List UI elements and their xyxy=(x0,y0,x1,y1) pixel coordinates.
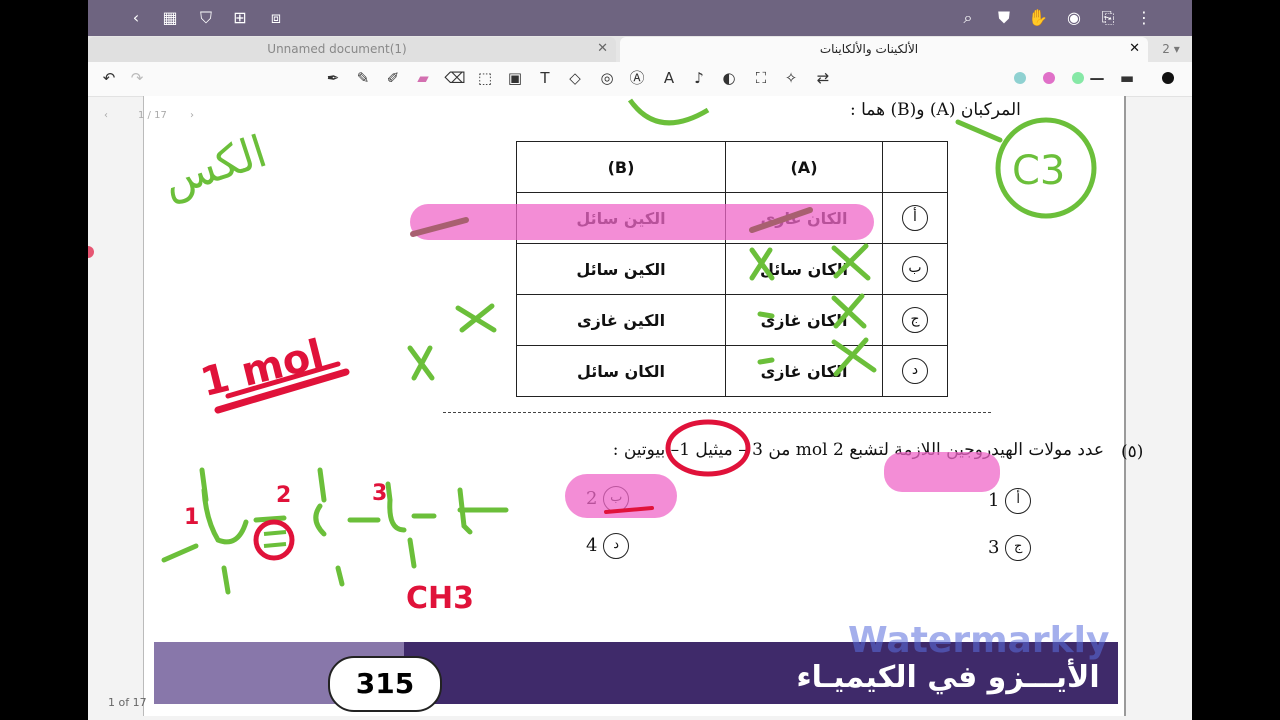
ink-dot xyxy=(88,246,94,258)
option-label: ج xyxy=(902,307,928,333)
option-label: د xyxy=(603,533,630,559)
ai-icon[interactable]: A xyxy=(658,67,680,89)
book-title: الأيـــزو في الكيميـاء xyxy=(796,660,1100,695)
eraser-icon[interactable]: ⌫ xyxy=(444,67,466,89)
highlighter-icon[interactable]: ▰ xyxy=(412,67,434,89)
page-nav: ‹ 1 / 17 › xyxy=(94,110,204,130)
tab-count[interactable]: 2 ▾ xyxy=(1154,37,1188,62)
lasso-icon[interactable]: ⬚ xyxy=(474,67,496,89)
tab-title: Unnamed document(1) xyxy=(267,42,407,56)
bookmark-icon[interactable]: ⛉ xyxy=(194,6,218,30)
mic-icon[interactable]: ♪ xyxy=(688,67,710,89)
cell-a: الكان غازى xyxy=(725,294,883,346)
col-b-header: (B) xyxy=(516,141,726,193)
cell-b: الكين غازى xyxy=(516,294,726,346)
page-number: 315 xyxy=(328,656,442,712)
scan-icon[interactable]: ⛶ xyxy=(750,67,772,89)
color-swatch-teal[interactable] xyxy=(1014,72,1026,84)
cell-label: د xyxy=(882,345,948,397)
option-label: د xyxy=(902,358,928,384)
magic-icon[interactable]: ✧ xyxy=(780,67,802,89)
thin-stroke-icon[interactable]: — xyxy=(1086,67,1108,89)
col-label-header xyxy=(882,141,948,193)
text-ai-icon[interactable]: Ⓐ xyxy=(626,67,648,89)
table-row: الكين سائل الكان سائل ب xyxy=(516,243,948,295)
option-c[interactable]: 3 ج xyxy=(988,535,1032,561)
tab-bar: Unnamed document(1) ✕ الألكينات والألكاي… xyxy=(88,36,1192,62)
close-icon[interactable]: ✕ xyxy=(597,37,608,61)
undo-icon[interactable]: ↶ xyxy=(98,67,120,89)
option-value: 4 xyxy=(586,535,598,556)
option-b[interactable]: 2 ب xyxy=(586,486,630,512)
cell-b: الكان سائل xyxy=(516,345,726,397)
option-d[interactable]: 4 د xyxy=(586,533,630,559)
image-icon[interactable]: ▣ xyxy=(504,67,526,89)
cell-b: الكين سائل xyxy=(516,192,726,244)
tab-count-value: 2 xyxy=(1162,42,1170,56)
pencil-icon[interactable]: ✎ xyxy=(352,67,374,89)
table-row: الكين سائل الكان غازى أ xyxy=(516,192,948,244)
cell-label: ج xyxy=(882,294,948,346)
cell-a: الكان غازى xyxy=(725,192,883,244)
table-row: الكان سائل الكان غازى د xyxy=(516,345,948,397)
option-value: 3 xyxy=(988,537,1000,558)
shirt-icon[interactable]: ⛊ xyxy=(992,6,1016,30)
watermark: Watermarkly xyxy=(848,620,1110,661)
option-label: ب xyxy=(902,256,928,282)
page-indicator: 1 / 17 xyxy=(138,110,167,121)
grid-icon[interactable]: ▦ xyxy=(158,6,182,30)
option-value: 1 xyxy=(988,490,1000,511)
color-swatch-pink[interactable] xyxy=(1043,72,1055,84)
option-label: ب xyxy=(603,486,630,512)
option-label: ج xyxy=(1005,535,1032,561)
col-a-header: (A) xyxy=(725,141,883,193)
back-icon[interactable]: ‹ xyxy=(124,6,148,30)
option-a[interactable]: 1 أ xyxy=(988,488,1032,514)
top-bar: ‹ ▦ ⛉ ⊞ ⧈ ⌕ ⛊ ✋ ◉ ⎘ ⋮ xyxy=(88,0,1192,36)
pen-icon[interactable]: ✒ xyxy=(322,67,344,89)
cell-a: الكان سائل xyxy=(725,243,883,295)
option-label: أ xyxy=(1005,488,1032,514)
add-page-icon[interactable]: ⊞ xyxy=(228,6,252,30)
drawing-toolbar: ↶ ↷ ✒ ✎ ✐ ▰ ⌫ ⬚ ▣ T ◇ ◎ Ⓐ A ♪ ◐ ⛶ ✧ ⇄ — … xyxy=(88,62,1192,97)
more-icon[interactable]: ⋮ xyxy=(1132,6,1156,30)
option-label: أ xyxy=(902,205,928,231)
fountain-pen-icon[interactable]: ✐ xyxy=(382,67,404,89)
crop-icon[interactable]: ⧈ xyxy=(264,6,288,30)
search-icon[interactable]: ⌕ xyxy=(956,6,980,30)
cell-label: أ xyxy=(882,192,948,244)
question5-stem: عدد مولات الهيدروجين اللازمة لتشبع 2 mol… xyxy=(612,440,1104,460)
cell-a: الكان غازى xyxy=(725,345,883,397)
question4-stem: المركبان (A) و(B) هما : xyxy=(850,100,1021,120)
hand-icon[interactable]: ✋ xyxy=(1026,6,1050,30)
close-icon[interactable]: ✕ xyxy=(1129,37,1140,61)
redo-icon[interactable]: ↷ xyxy=(126,67,148,89)
translate-icon[interactable]: ⇄ xyxy=(812,67,834,89)
ruler-icon[interactable]: ◐ xyxy=(718,67,740,89)
shape-icon[interactable]: ◇ xyxy=(564,67,586,89)
color-swatch-black[interactable] xyxy=(1162,72,1174,84)
tab-alkenes-alkynes[interactable]: الألكينات والألكاينات ✕ xyxy=(620,37,1148,62)
option-value: 2 xyxy=(586,488,598,509)
table-row: الكين غازى الكان غازى ج xyxy=(516,294,948,346)
sticker-icon[interactable]: ◎ xyxy=(596,67,618,89)
cell-label: ب xyxy=(882,243,948,295)
app-window: ‹ ▦ ⛉ ⊞ ⧈ ⌕ ⛊ ✋ ◉ ⎘ ⋮ Unnamed document(1… xyxy=(88,0,1192,720)
options-table: (B) (A) الكين سائل الكان غازى أ الكين سا… xyxy=(516,141,948,397)
text-icon[interactable]: T xyxy=(534,67,556,89)
next-page-icon[interactable]: › xyxy=(190,110,194,121)
tab-unnamed-document[interactable]: Unnamed document(1) ✕ xyxy=(88,37,616,62)
question5-number: (٥) xyxy=(1121,442,1144,462)
section-divider xyxy=(443,412,991,413)
eye-icon[interactable]: ◉ xyxy=(1062,6,1086,30)
tab-title: الألكينات والألكاينات xyxy=(819,42,919,56)
thick-stroke-icon[interactable]: ▬ xyxy=(1116,67,1138,89)
cell-b: الكين سائل xyxy=(516,243,726,295)
export-icon[interactable]: ⎘ xyxy=(1096,6,1120,30)
page-count: 1 of 17 xyxy=(108,696,147,709)
color-swatch-green[interactable] xyxy=(1072,72,1084,84)
prev-page-icon[interactable]: ‹ xyxy=(104,110,108,121)
